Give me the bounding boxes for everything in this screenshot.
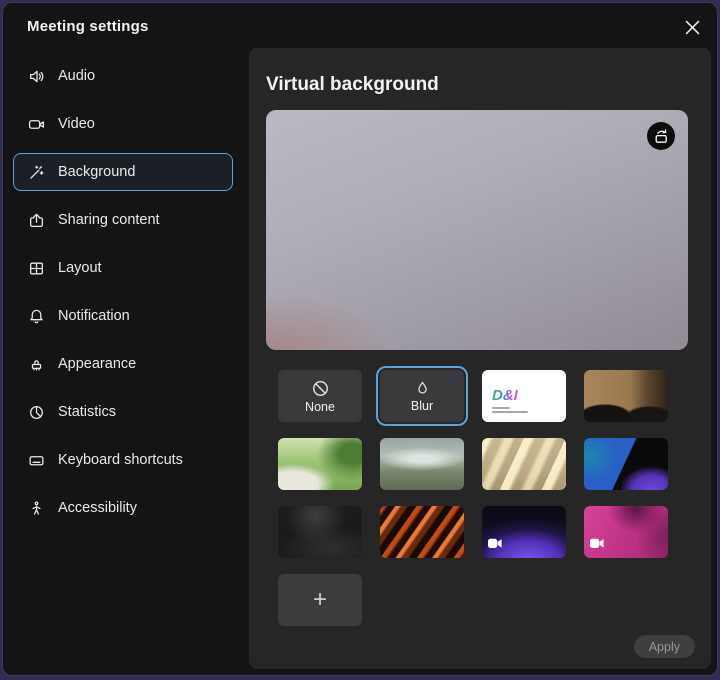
background-thumbnail-pink-waves-video[interactable] (584, 506, 668, 558)
dialog-title: Meeting settings (27, 18, 149, 35)
background-thumbnail-abstract-blue-purple[interactable] (584, 438, 668, 490)
camera-preview (266, 110, 688, 350)
add-background-button[interactable]: + (278, 574, 362, 626)
magic-wand-icon (28, 164, 45, 181)
background-thumbnail-purple-gradient-video[interactable] (482, 506, 566, 558)
speaker-icon (28, 68, 45, 85)
sidebar-item-accessibility[interactable]: Accessibility (13, 489, 233, 527)
close-icon (685, 20, 700, 35)
sidebar-item-label: Statistics (58, 404, 116, 420)
background-thumbnail-dark-swirl[interactable] (278, 506, 362, 558)
sidebar-item-background[interactable]: Background (13, 153, 233, 191)
sidebar-item-notification[interactable]: Notification (13, 297, 233, 335)
background-thumbnail-living-room[interactable] (278, 438, 362, 490)
dni-logo-text: D&I (492, 388, 518, 403)
bell-icon (28, 308, 45, 325)
sidebar: Audio Video Background Sharing content L… (13, 57, 233, 537)
sidebar-item-label: Notification (58, 308, 130, 324)
panel-heading: Virtual background (266, 74, 695, 96)
tile-label: None (305, 400, 335, 414)
sidebar-item-appearance[interactable]: Appearance (13, 345, 233, 383)
tile-label: Blur (411, 399, 433, 413)
accessibility-icon (28, 500, 45, 517)
background-option-blur[interactable]: Blur (380, 370, 464, 422)
sidebar-item-keyboard-shortcuts[interactable]: Keyboard shortcuts (13, 441, 233, 479)
dni-caption-lines (492, 407, 566, 413)
none-prohibited-icon (311, 379, 330, 398)
sidebar-item-label: Keyboard shortcuts (58, 452, 183, 468)
flip-camera-icon (652, 127, 670, 145)
meeting-settings-dialog: Meeting settings Audio Video Background … (2, 2, 718, 676)
background-option-none[interactable]: None (278, 370, 362, 422)
share-content-icon (28, 212, 45, 229)
camera-badge-icon (590, 538, 604, 549)
video-camera-icon (28, 116, 45, 133)
sidebar-item-label: Accessibility (58, 500, 137, 516)
sidebar-item-sharing-content[interactable]: Sharing content (13, 201, 233, 239)
keyboard-icon (28, 452, 45, 469)
sidebar-item-video[interactable]: Video (13, 105, 233, 143)
camera-badge-icon (488, 538, 502, 549)
paintbrush-icon (28, 356, 45, 373)
background-thumbnail-blurred-mountains[interactable] (380, 438, 464, 490)
sidebar-item-layout[interactable]: Layout (13, 249, 233, 287)
sidebar-item-label: Sharing content (58, 212, 160, 228)
sidebar-item-label: Audio (58, 68, 95, 84)
virtual-background-panel: Virtual background None Blur D&I (249, 48, 711, 669)
background-thumbnail-window-light[interactable] (482, 438, 566, 490)
sidebar-item-audio[interactable]: Audio (13, 57, 233, 95)
sidebar-item-label: Video (58, 116, 95, 132)
sidebar-item-label: Background (58, 164, 135, 180)
layout-grid-icon (28, 260, 45, 277)
apply-button[interactable]: Apply (634, 635, 695, 658)
sidebar-item-label: Appearance (58, 356, 136, 372)
sidebar-item-label: Layout (58, 260, 102, 276)
background-thumbnail-office-room[interactable] (584, 370, 668, 422)
background-tiles-grid: None Blur D&I (278, 370, 695, 626)
pie-chart-icon (28, 404, 45, 421)
close-button[interactable] (681, 16, 703, 38)
flip-camera-button[interactable] (647, 122, 675, 150)
blur-droplet-icon (414, 380, 431, 397)
plus-icon: + (313, 588, 327, 612)
background-thumbnail-dni-logo[interactable]: D&I (482, 370, 566, 422)
background-thumbnail-lava-texture[interactable] (380, 506, 464, 558)
sidebar-item-statistics[interactable]: Statistics (13, 393, 233, 431)
